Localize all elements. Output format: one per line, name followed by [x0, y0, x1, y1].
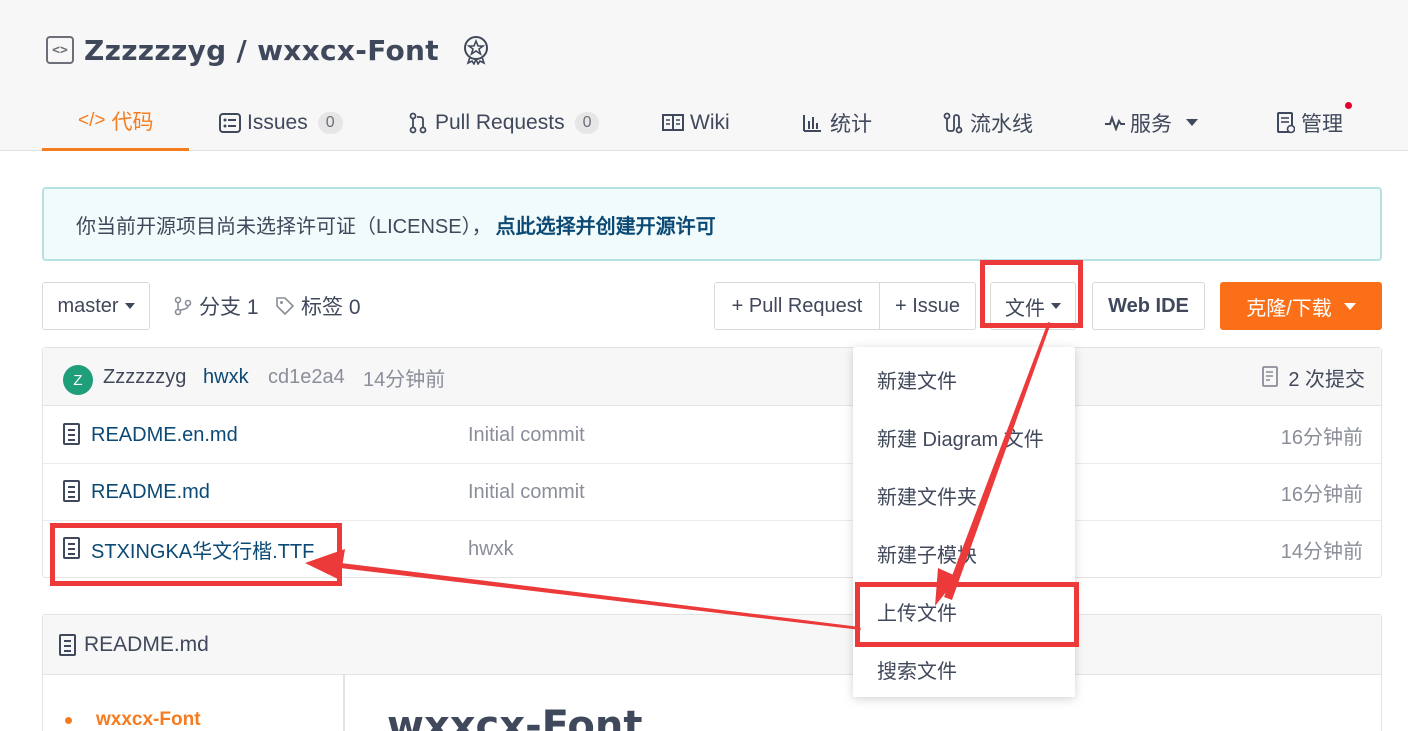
code-icon: </> [78, 110, 106, 131]
readme-toc: wxxcx-Font [43, 675, 345, 731]
repo-owner-link[interactable]: Zzzzzzyg [84, 34, 226, 67]
readme-heading: wxxcx-Font [387, 703, 643, 731]
readme-header: README.md [43, 615, 1381, 675]
latest-commit-bar: Z Zzzzzzyg hwxk cd1e2a4 14分钟前 2 次提交 [43, 348, 1381, 406]
web-ide-button[interactable]: Web IDE [1092, 282, 1205, 330]
table-row[interactable]: README.en.md Initial commit 16分钟前 [43, 407, 1381, 464]
menu-item-new-diagram[interactable]: 新建 Diagram 文件 [853, 408, 1075, 466]
commit-count-link[interactable]: 2 次提交 [1262, 348, 1365, 406]
pull-request-icon [409, 112, 427, 133]
file-commit-message[interactable]: Initial commit [468, 407, 585, 464]
toc-item[interactable]: wxxcx-Font [65, 709, 201, 731]
annotation-box-upload [855, 582, 1079, 647]
recommend-badge-icon [463, 36, 488, 65]
tab-wiki[interactable]: Wiki [662, 94, 730, 151]
readme-title: README.md [84, 632, 209, 656]
issues-count-badge: 0 [317, 111, 343, 134]
commit-message[interactable]: hwxk [203, 348, 249, 406]
table-row[interactable]: README.md Initial commit 16分钟前 [43, 464, 1381, 521]
tab-stats[interactable]: 统计 [802, 94, 872, 151]
repository-icon: <> [46, 36, 74, 64]
pulse-icon [1105, 114, 1125, 131]
menu-item-search-file[interactable]: 搜索文件 [853, 640, 1075, 698]
new-pull-request-button[interactable]: + Pull Request [714, 282, 880, 330]
repo-tabs: </> 代码 Issues 0 Pull Requests 0 Wiki 统计 … [42, 94, 1382, 151]
file-icon [63, 423, 80, 445]
clone-download-button[interactable]: 克隆/下载 [1220, 282, 1382, 330]
chart-icon [803, 114, 821, 132]
branches-link[interactable]: 分支 1 [174, 282, 259, 330]
repo-name-link[interactable]: wxxcx-Font [257, 34, 439, 67]
file-commit-message[interactable]: Initial commit [468, 464, 585, 521]
tab-services[interactable]: 服务 [1104, 94, 1198, 151]
repo-separator: / [236, 33, 248, 67]
file-name-link[interactable]: README.md [91, 464, 210, 521]
file-commit-message[interactable]: hwxk [468, 521, 514, 578]
notification-dot [1345, 102, 1352, 109]
book-icon [662, 113, 684, 131]
chevron-down-icon [124, 303, 135, 309]
avatar[interactable]: Z [63, 365, 93, 395]
tag-icon [276, 297, 295, 316]
license-notice: 你当前开源项目尚未选择许可证（LICENSE）， 点此选择并创建开源许可 [42, 187, 1382, 261]
tab-pipeline[interactable]: 流水线 [942, 94, 1033, 151]
tags-link[interactable]: 标签 0 [275, 282, 361, 330]
branch-icon [174, 296, 192, 316]
pipeline-icon [943, 112, 963, 133]
tab-pull-requests[interactable]: Pull Requests 0 [409, 94, 600, 151]
menu-item-new-folder[interactable]: 新建文件夹 [853, 466, 1075, 524]
branch-select[interactable]: master [42, 282, 150, 330]
commits-icon [1262, 366, 1279, 387]
create-license-link[interactable]: 点此选择并创建开源许可 [496, 210, 716, 239]
license-notice-text: 你当前开源项目尚未选择许可证（LICENSE）， [76, 215, 492, 238]
file-time: 16分钟前 [1280, 427, 1363, 449]
file-icon [59, 633, 76, 656]
annotation-box-ttf-file [50, 523, 342, 586]
readme-panel: README.md wxxcx-Font wxxcx-Font [42, 614, 1382, 731]
issues-icon [219, 112, 241, 133]
tab-code[interactable]: </> 代码 [42, 94, 190, 151]
repo-header: <> Zzzzzzyg / wxxcx-Font </> 代码 Issues 0… [0, 0, 1408, 151]
file-icon [63, 480, 80, 502]
commit-time: 14分钟前 [363, 368, 446, 391]
new-issue-button[interactable]: + Issue [879, 282, 976, 330]
annotation-box-file-button [980, 260, 1083, 328]
tab-manage[interactable]: 管理 [1277, 94, 1352, 151]
commit-hash[interactable]: cd1e2a4 [268, 348, 345, 406]
pull-requests-count-badge: 0 [574, 111, 600, 134]
manage-icon [1277, 111, 1295, 133]
bullet-dot [65, 716, 72, 724]
menu-item-new-file[interactable]: 新建文件 [853, 350, 1075, 408]
menu-item-new-submodule[interactable]: 新建子模块 [853, 524, 1075, 582]
file-name-link[interactable]: README.en.md [91, 407, 238, 464]
chevron-down-icon [1343, 302, 1356, 310]
chevron-down-icon [1186, 119, 1198, 126]
file-time: 16分钟前 [1280, 484, 1363, 506]
file-time: 14分钟前 [1280, 541, 1363, 563]
commit-author[interactable]: Zzzzzzyg [103, 348, 186, 406]
repo-title: <> Zzzzzzyg / wxxcx-Font [46, 30, 491, 70]
tab-issues[interactable]: Issues 0 [219, 94, 343, 151]
